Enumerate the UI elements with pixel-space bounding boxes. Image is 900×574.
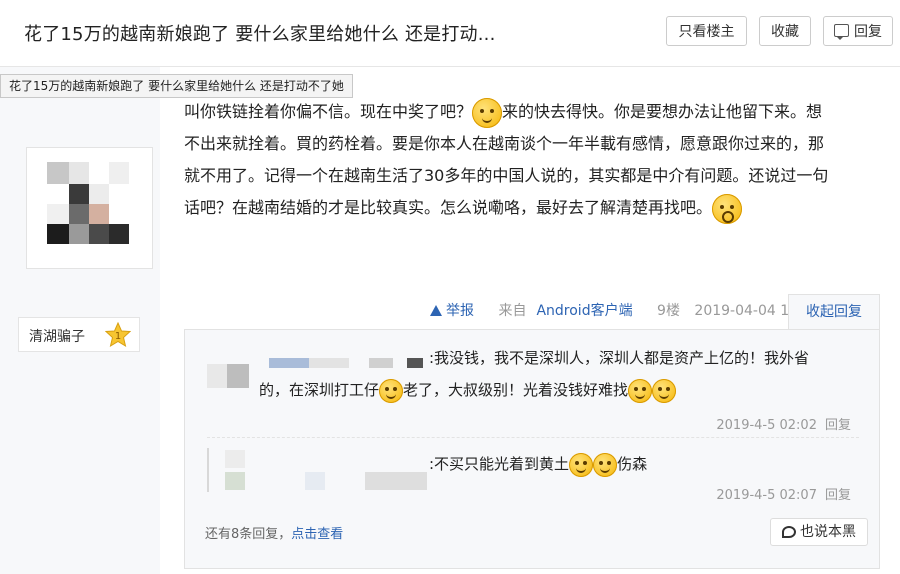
- post-line-1: 叫你铁链拴着你偏不信。现在中奖了吧？ 来的快去得快。你是要想办法让他留下来。想: [184, 96, 880, 128]
- avatar-pixel: [69, 224, 89, 244]
- reply-text-2: 的，在深圳打工仔 老了，大叔级别！光着没钱好难找: [259, 374, 677, 406]
- reply-avatar[interactable]: [227, 364, 249, 388]
- avatar[interactable]: [26, 147, 153, 269]
- cry-emoji-icon: [569, 452, 594, 477]
- level-star-icon: 1: [105, 322, 131, 348]
- sad-emoji-icon: [593, 452, 618, 477]
- yawn-emoji-icon: [712, 193, 743, 224]
- avatar-pixel: [47, 162, 69, 184]
- only-op-button[interactable]: 只看楼主: [666, 16, 747, 46]
- reply-meta: 2019-4-5 02:07 回复: [716, 484, 851, 503]
- watermark-text: 也说本黑: [800, 524, 856, 540]
- more-replies: 还有8条回复，点击查看: [205, 523, 343, 542]
- reply-time: 2019-4-5 02:07: [716, 488, 817, 503]
- sweat-emoji-icon: [628, 378, 653, 403]
- post-line-3: 就不用了。记得一个在越南生活了30多年的中国人说的，其实都是中介有问题。还说过一…: [184, 166, 829, 185]
- avatar-pixel: [89, 224, 109, 244]
- floor-number: 9楼: [657, 303, 680, 319]
- client-prefix: 来自: [498, 303, 527, 319]
- avatar-pixel: [47, 204, 69, 224]
- reply-text: 的，在深圳打工仔: [259, 381, 380, 399]
- top-bar: 花了15万的越南新娘跑了 要什么家里给她什么 还是打动... 只看楼主 收藏 回…: [0, 0, 900, 67]
- thread-title: 花了15万的越南新娘跑了 要什么家里给她什么 还是打动...: [24, 24, 496, 45]
- warning-icon: [430, 305, 442, 316]
- reply-reply-link[interactable]: 回复: [825, 418, 851, 433]
- reply-text: 老了，大叔级别！光着没钱好难找: [403, 381, 629, 399]
- watermark: 也说本黑: [770, 518, 868, 546]
- author-panel: 清湖骗子 1: [0, 67, 160, 574]
- author-name[interactable]: 清湖骗子: [29, 326, 85, 346]
- reply-divider: [207, 437, 859, 438]
- title-tooltip: 花了15万的越南新娘跑了 要什么家里给她什么 还是打动不了她: [0, 74, 353, 98]
- reply-text: :不买只能光着到黄土: [429, 455, 570, 473]
- post-text: 来的快去得快。你是要想办法让他留下来。想: [502, 102, 823, 121]
- reply-meta: 2019-4-5 02:02 回复: [716, 414, 851, 433]
- avatar-pixel: [109, 224, 129, 244]
- reply-button[interactable]: 回复: [823, 16, 893, 46]
- reply-avatar[interactable]: [207, 364, 227, 388]
- avatar-pixel: [109, 162, 129, 184]
- reply-avatar[interactable]: [207, 448, 209, 492]
- post-text: 话吧？在越南结婚的才是比较真实。怎么说嘞咯，最好去了解清楚再找吧。: [184, 198, 713, 217]
- reply-button-label: 回复: [854, 24, 882, 40]
- proud-emoji-icon: [379, 378, 404, 403]
- smug-emoji-icon: [472, 97, 503, 128]
- blush-emoji-icon: [652, 378, 677, 403]
- client-info: 来自 Android客户端: [498, 303, 642, 319]
- reply-username[interactable]: [365, 472, 427, 490]
- reply-username[interactable]: [309, 358, 349, 368]
- reply-text-1: :我没钱，我不是深圳人，深圳人都是资产上亿的！我外省: [429, 349, 810, 367]
- reply-text-1: :不买只能光着到黄土 伤森: [429, 448, 647, 480]
- report-label: 举报: [446, 303, 474, 319]
- comment-icon: [834, 24, 849, 40]
- reply-avatar[interactable]: [225, 472, 245, 490]
- reply-text: 伤森: [617, 455, 648, 473]
- report-link[interactable]: 举报: [430, 303, 484, 319]
- post-text: 叫你铁链拴着你偏不信。现在中奖了吧？: [184, 102, 473, 121]
- reply-username[interactable]: [305, 472, 325, 490]
- reply-username[interactable]: [369, 358, 393, 368]
- author-name-box[interactable]: 清湖骗子 1: [18, 317, 140, 352]
- avatar-pixel: [69, 162, 89, 184]
- post-line-4: 话吧？在越南结婚的才是比较真实。怎么说嘞咯，最好去了解清楚再找吧。: [184, 192, 880, 224]
- reply-reply-link[interactable]: 回复: [825, 488, 851, 503]
- reply-time: 2019-4-5 02:02: [716, 418, 817, 433]
- avatar-pixel: [69, 184, 89, 204]
- avatar-pixel: [89, 204, 109, 224]
- reply-username[interactable]: [407, 358, 423, 368]
- avatar-pixel: [47, 224, 69, 244]
- client-link[interactable]: Android客户端: [536, 303, 632, 319]
- avatar-pixel: [69, 204, 89, 224]
- reply-box: :我没钱，我不是深圳人，深圳人都是资产上亿的！我外省 的，在深圳打工仔 老了，大叔…: [184, 329, 880, 569]
- favorite-button[interactable]: 收藏: [759, 16, 811, 46]
- post-meta: 举报 来自 Android客户端 9楼 2019-04-04 19:35: [430, 294, 831, 328]
- wechat-icon: [782, 526, 796, 538]
- post-line-2: 不出来就拴着。買的药栓着。要是你本人在越南谈个一年半載有感情，愿意跟你过来的，那: [184, 134, 825, 153]
- level-number: 1: [115, 331, 121, 342]
- reply-username[interactable]: [269, 358, 309, 368]
- more-replies-count: 还有8条回复，: [205, 527, 292, 542]
- collapse-replies-button[interactable]: 收起回复: [788, 294, 880, 330]
- avatar-pixel: [89, 184, 109, 204]
- view-more-link[interactable]: 点击查看: [291, 527, 343, 542]
- post-content: 叫你铁链拴着你偏不信。现在中奖了吧？ 来的快去得快。你是要想办法让他留下来。想 不…: [184, 96, 880, 224]
- reply-avatar[interactable]: [225, 450, 245, 468]
